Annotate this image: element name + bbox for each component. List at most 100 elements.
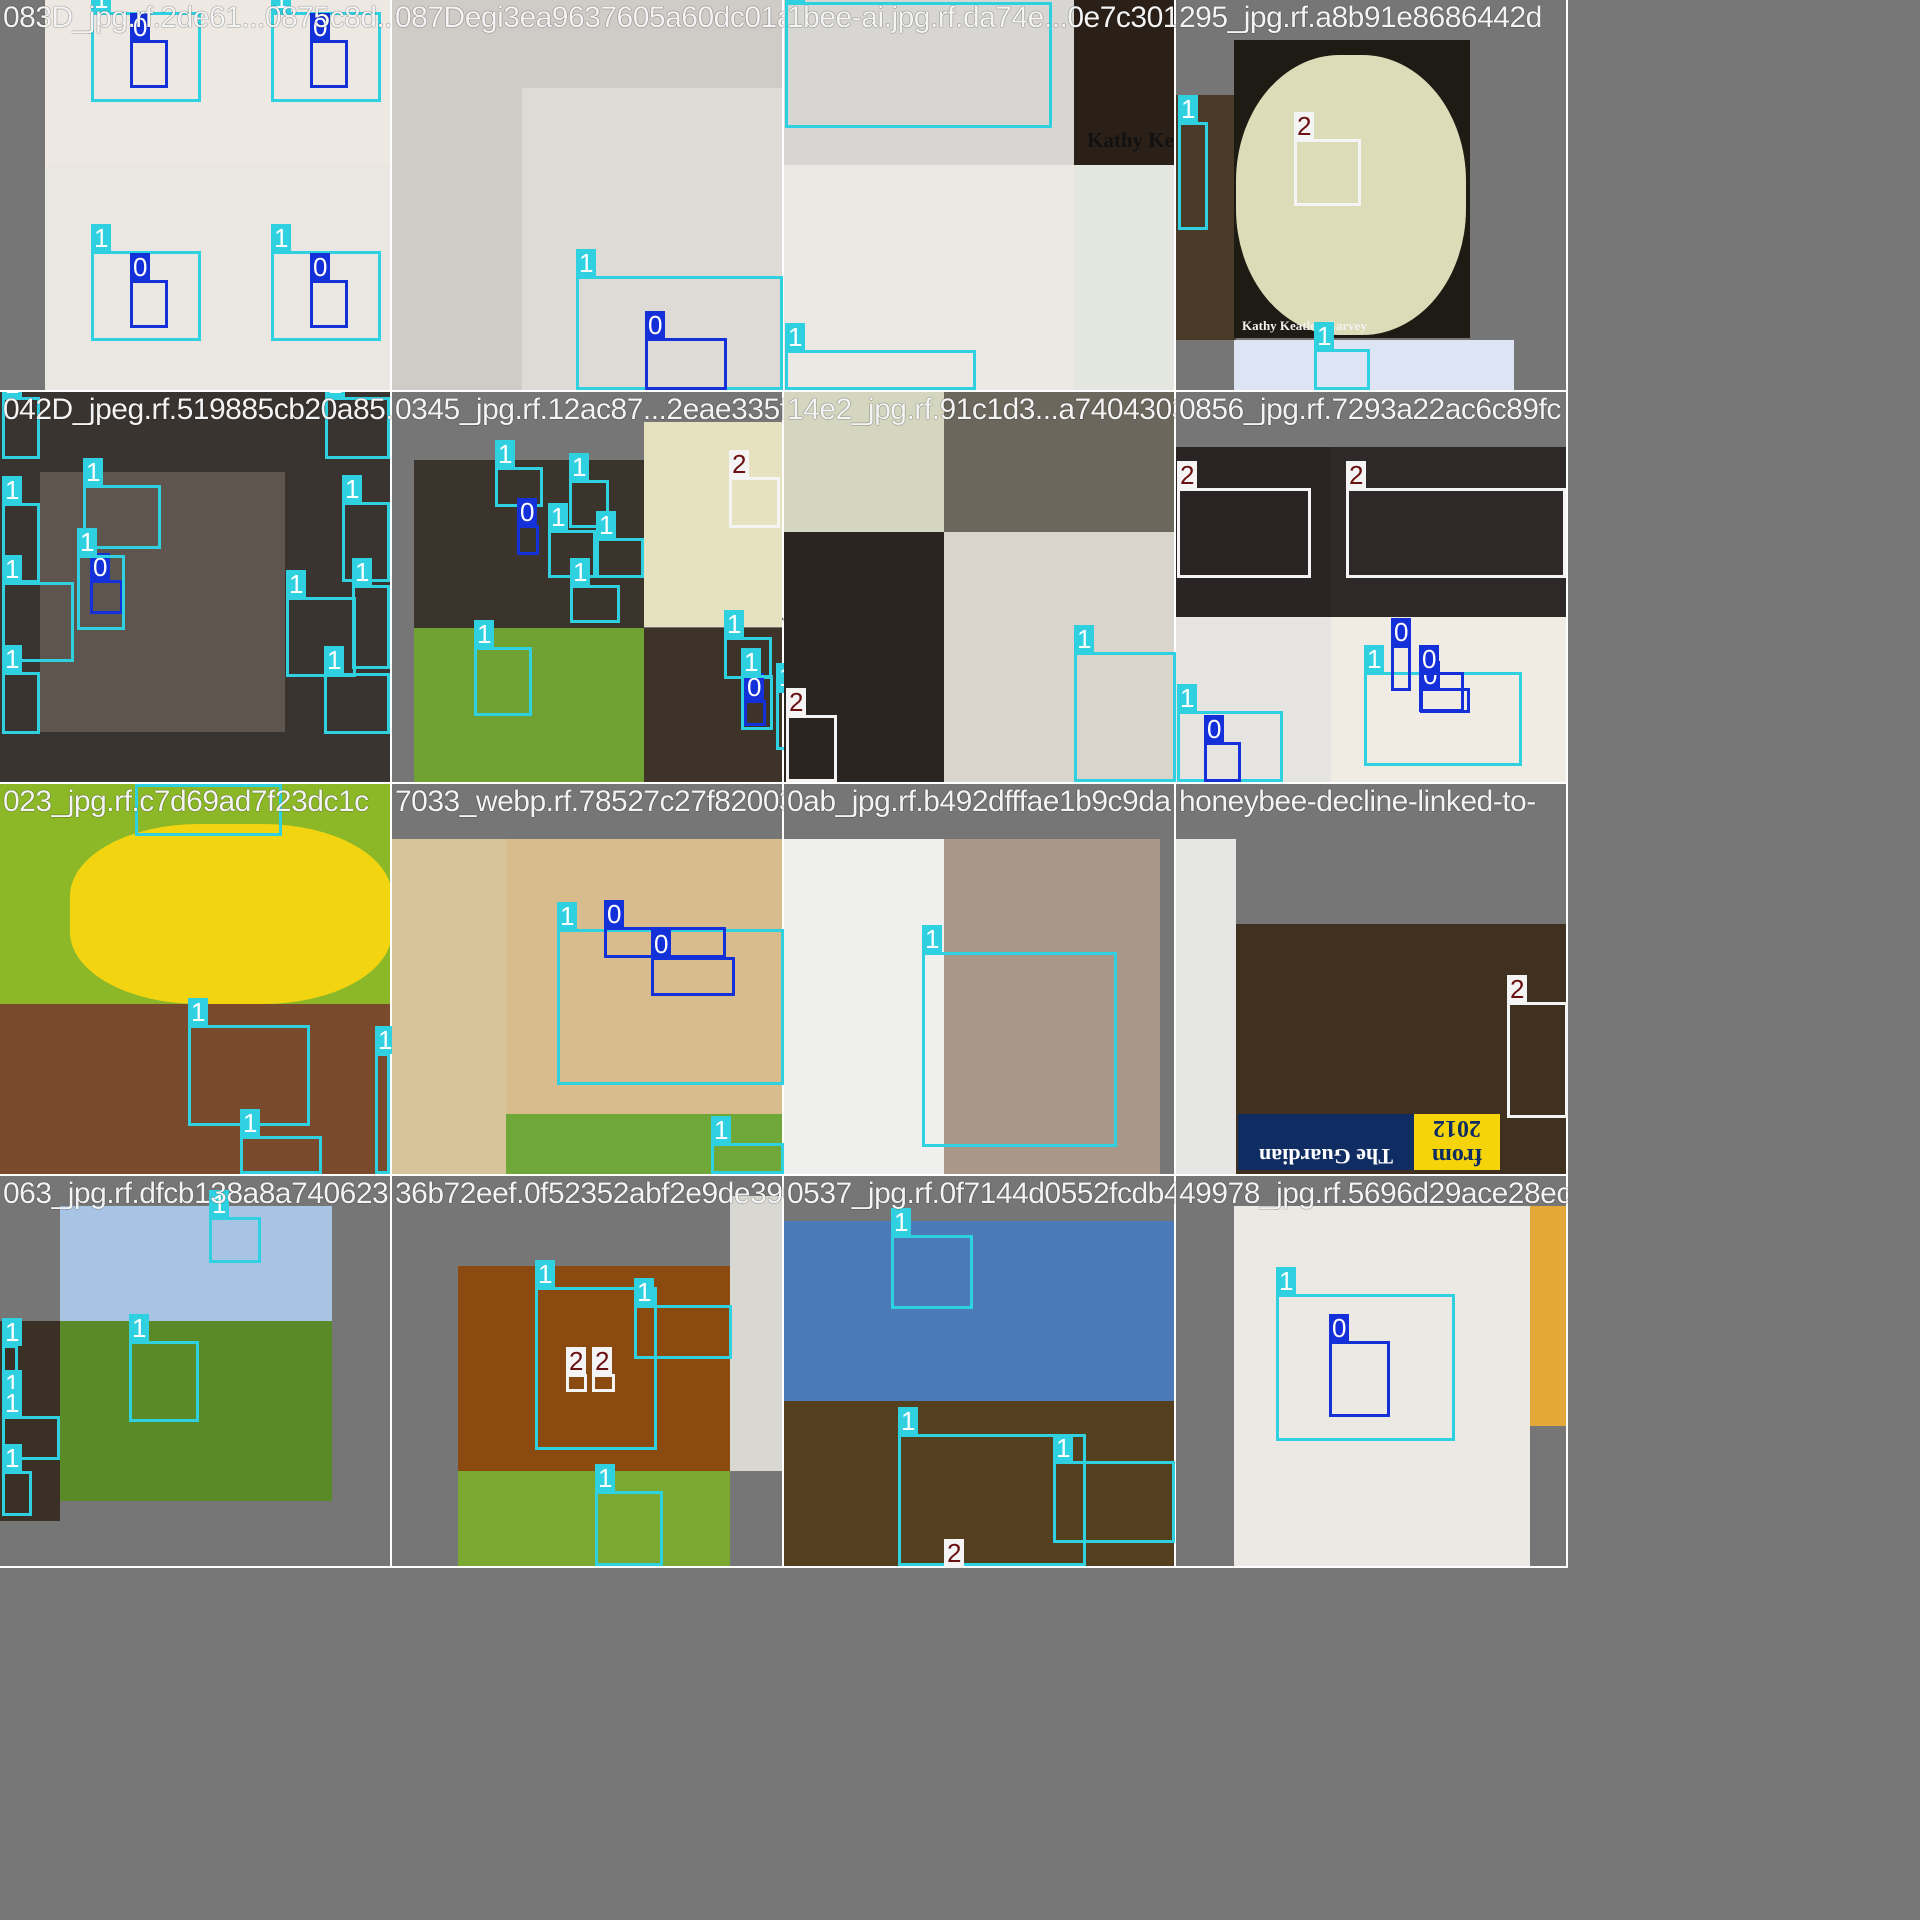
bbox-class-tag: 0 (651, 930, 672, 958)
bbox-class-tag: 1 (776, 663, 784, 691)
bbox-class-tag: 0 (1204, 715, 1225, 743)
image-patch (784, 1221, 1176, 1401)
tile-filename-label: 087Degi3ea9637605a60dc01a37229e0ed453 (395, 1, 784, 34)
bbox-mite: 2 (1346, 461, 1566, 578)
bbox-class-tag: 0 (310, 253, 331, 281)
mosaic-tile: 083D_jpg.rf.2de61...0875c8d...10101010 (0, 0, 392, 392)
image-patch (392, 839, 506, 1176)
tile-filename-label: 0345_jpg.rf.12ac87...2eae335f4 (395, 393, 784, 426)
mosaic-tile: 0537_jpg.rf.0f7144d0552fcdb4 1 1 1 2 (784, 1176, 1176, 1568)
bbox-varroa: 0 (310, 253, 348, 328)
tile-filename-label: 1bee-ai.jpg.rf.da74e...0e7c3010 (787, 1, 1176, 34)
tile-filename-label: 49978_jpg.rf.5696d29ace28ec6 (1179, 1177, 1568, 1210)
bbox-class-tag: 1 (474, 620, 495, 648)
bbox-class-tag: 1 (352, 558, 373, 586)
bbox-class-tag: 1 (91, 224, 112, 252)
bbox-varroa: 0 (1419, 645, 1464, 712)
bbox-class-tag: 1 (129, 1314, 150, 1342)
bbox-class-tag: 1 (724, 610, 745, 638)
bbox-class-tag: 0 (130, 253, 151, 281)
mosaic-tile: 087Degi3ea9637605a60dc01a37229e0ed453 1 0 (392, 0, 784, 392)
bbox-bee: 1 (2, 1444, 32, 1516)
bbox-class-tag: 1 (535, 1260, 556, 1288)
bbox-bee: 1 (776, 663, 784, 750)
image-patch (730, 1196, 784, 1471)
image-patch (784, 839, 944, 1176)
bbox-bee: 1 (2, 645, 40, 734)
bbox-class-tag: 2 (1294, 112, 1315, 140)
image-patch (458, 1471, 730, 1568)
newspaper-logo: The Guardian (1238, 1114, 1414, 1170)
bbox-bee: 1 (1053, 1434, 1175, 1543)
mosaic-tile: 0856_jpg.rf.7293a22ac6c89fc 2 2 1 0 1 0 0 0 (1176, 392, 1568, 784)
mosaic-tile: 042D_jpeg.rf.519885cb20a85...11110111111… (0, 392, 392, 784)
bbox-bee: 1 (474, 620, 532, 716)
mosaic-tile: 7033_webp.rf.78527c27f82003 1 0 0 1 (392, 784, 784, 1176)
bbox-bee: 1 (596, 511, 644, 578)
bbox-mite: 2 (729, 450, 780, 528)
bbox-class-tag: 1 (495, 440, 516, 468)
bbox-bee: 1 (77, 528, 125, 630)
bbox-class-tag: 1 (1314, 322, 1335, 350)
bbox-mite: 2 (786, 688, 837, 782)
bbox-class-tag: 1 (188, 998, 209, 1026)
bbox-class-tag: 1 (271, 224, 292, 252)
bbox-class-tag: 1 (342, 475, 363, 503)
bbox-class-tag: 1 (240, 1109, 261, 1137)
bbox-bee: 1 (570, 558, 620, 623)
mosaic-tile: 14e2_jpg.rf.91c1d3...a7404303a 2 1 (784, 392, 1176, 784)
training-batch-mosaic: 083D_jpg.rf.2de61...0875c8d...1010101008… (0, 0, 1568, 1568)
bbox-class-tag: 0 (1419, 645, 1440, 673)
bbox-class-tag: 1 (922, 925, 943, 953)
bbox-bee: 1 (634, 1278, 732, 1359)
mosaic-tile: 295_jpg.rf.a8b91e8686442d Kathy Keatley G… (1176, 0, 1568, 392)
bbox-class-tag: 2 (786, 688, 807, 716)
bbox-class-tag: 1 (375, 1026, 392, 1054)
bbox-class-tag: 2 (1507, 975, 1528, 1003)
bbox-mite: 2 (944, 1539, 965, 1568)
bbox-class-tag: 1 (1364, 645, 1385, 673)
bbox-bee: 1 (286, 570, 356, 677)
bbox-mite: 2 (592, 1347, 615, 1392)
bbox-class-tag: 1 (1178, 95, 1199, 123)
bbox-class-tag: 1 (1276, 1267, 1297, 1295)
bbox-class-tag: 2 (566, 1347, 587, 1375)
bbox-class-tag: 1 (1074, 625, 1095, 653)
bbox-bee: 1 (324, 646, 390, 734)
bbox-mite: 2 (1294, 112, 1361, 206)
bbox-class-tag: 1 (324, 646, 345, 674)
bbox-varroa: 0 (310, 13, 348, 88)
bbox-bee: 1 (891, 1208, 973, 1309)
bbox-varroa: 0 (130, 13, 168, 88)
tile-filename-label: 083D_jpg.rf.2de61...0875c8d... (3, 1, 392, 34)
bbox-class-tag: 1 (570, 558, 591, 586)
bbox-bee: 1 (785, 323, 976, 390)
bbox-class-tag: 0 (1329, 1314, 1350, 1342)
bbox-class-tag: 2 (592, 1347, 613, 1375)
bbox-class-tag: 1 (2, 555, 23, 583)
bbox-bee: 1 (129, 1314, 199, 1422)
bbox-mite: 2 (1507, 975, 1568, 1118)
bbox-class-tag: 0 (604, 900, 625, 928)
bbox-varroa: 0 (1329, 1314, 1390, 1417)
bbox-class-tag: 1 (891, 1208, 912, 1236)
tile-filename-label: 14e2_jpg.rf.91c1d3...a7404303a (787, 393, 1176, 426)
mosaic-tile: 023_jpg.rf.c7d69ad7f23dc1c1111 (0, 784, 392, 1176)
tile-filename-label: 023_jpg.rf.c7d69ad7f23dc1c (3, 785, 369, 818)
mosaic-tile: 063_jpg.rf.dfcb138a8a740623 1 1 1 1 1 1 (0, 1176, 392, 1568)
bbox-class-tag: 1 (898, 1407, 919, 1435)
bbox-bee: 1 (1074, 625, 1176, 782)
bbox-class-tag: 1 (2, 1318, 23, 1346)
bbox-class-tag: 1 (596, 511, 617, 539)
bbox-class-tag: 1 (77, 528, 98, 556)
bbox-class-tag: 1 (548, 503, 569, 531)
bbox-class-tag: 2 (1177, 461, 1198, 489)
bbox-bee: 1 (1314, 322, 1370, 390)
image-patch (1234, 340, 1514, 392)
bbox-class-tag: 1 (634, 1278, 655, 1306)
bbox-class-tag: 0 (645, 311, 666, 339)
bbox-bee: 1 (922, 925, 1117, 1147)
tile-filename-label: 0856_jpg.rf.7293a22ac6c89fc (1179, 393, 1561, 426)
image-patch (1530, 1206, 1568, 1426)
bbox-class-tag: 1 (595, 1464, 616, 1492)
